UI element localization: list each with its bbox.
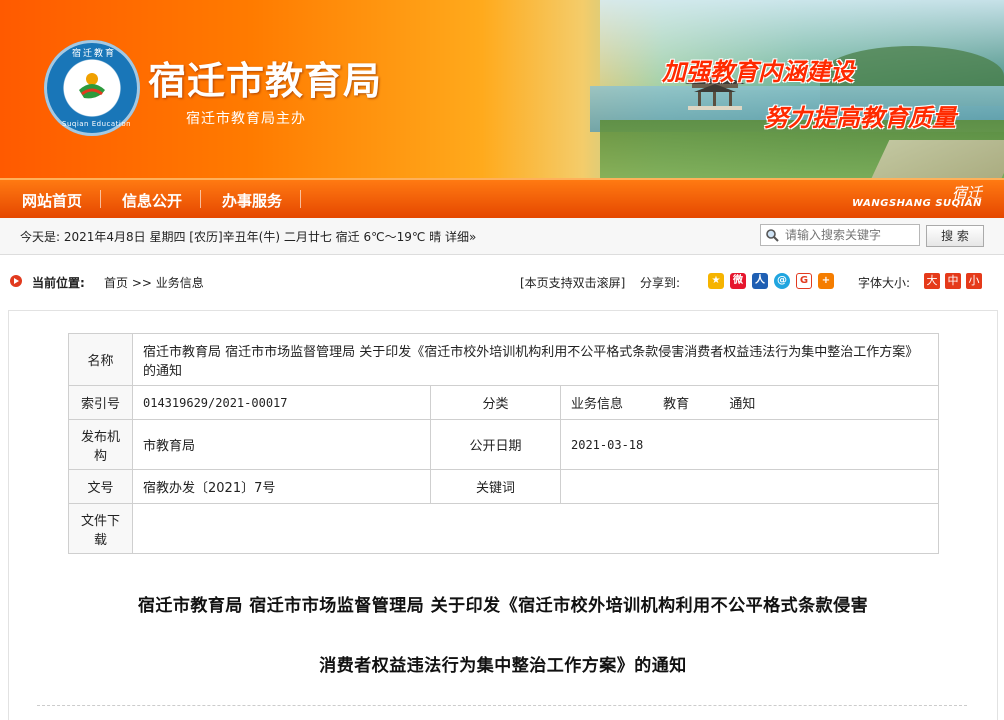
meta-label-download: 文件下载: [68, 503, 133, 554]
font-size-large-button[interactable]: 大: [924, 273, 940, 289]
brand-en: WANGSHANG SUQIAN: [851, 198, 982, 209]
meta-label-date: 公开日期: [430, 419, 561, 470]
qzone-icon[interactable]: ★: [708, 273, 724, 289]
meta-label-keyword: 关键词: [430, 469, 561, 504]
font-size-small-button[interactable]: 小: [966, 273, 982, 289]
search-input[interactable]: [783, 226, 919, 244]
meta-label-publisher: 发布机构: [68, 419, 133, 470]
banner-road: [870, 140, 1004, 180]
logo-text-bottom: Suqian Education: [62, 120, 132, 128]
meta-value-category: 业务信息 教育 通知: [560, 385, 939, 420]
meta-value-keyword: [560, 469, 939, 504]
nav-item-info-disclosure[interactable]: 信息公开: [122, 190, 182, 211]
meta-label-category: 分类: [430, 385, 561, 420]
meta-label-index: 索引号: [68, 385, 133, 420]
logo-mark-icon: [79, 73, 105, 99]
search-box: [760, 224, 920, 246]
search-icon: [766, 229, 779, 242]
info-bar: 今天是: 2021年4月8日 星期四 [农历]辛丑年(牛) 二月廿七 宿迁 6℃…: [0, 218, 1004, 255]
breadcrumb[interactable]: 首页 >> 业务信息: [104, 274, 204, 291]
document-title-line-1: 宿迁市教育局 宿迁市市场监督管理局 关于印发《宿迁市校外培训机构利用不公平格式条…: [137, 596, 869, 616]
nav-item-services[interactable]: 办事服务: [222, 190, 282, 211]
category-tag: 业务信息: [571, 397, 624, 412]
douban-icon[interactable]: G: [796, 273, 812, 289]
nav-item-home[interactable]: 网站首页: [22, 190, 82, 211]
font-size-medium-button[interactable]: 中: [945, 273, 961, 289]
meta-value-publisher: 市教育局: [132, 419, 431, 470]
nav-divider: [100, 190, 101, 208]
category-tag: 教育: [663, 397, 690, 412]
weibo-icon[interactable]: 微: [730, 273, 746, 289]
more-share-icon[interactable]: +: [818, 273, 834, 289]
date-weather-text: 今天是: 2021年4月8日 星期四 [农历]辛丑年(牛) 二月廿七 宿迁 6℃…: [20, 230, 477, 244]
location-arrow-icon: [10, 275, 22, 287]
category-tag: 通知: [729, 397, 756, 412]
slogan-2: 努力提高教育质量: [764, 104, 956, 132]
meta-value-docno: 宿教办发〔2021〕7号: [132, 469, 431, 504]
header-banner: 宿迁教育 Suqian Education 宿迁市教育局 宿迁市教育局主办 加强…: [0, 0, 1004, 180]
document-title: 宿迁市教育局 宿迁市市场监督管理局 关于印发《宿迁市校外培训机构利用不公平格式条…: [9, 591, 997, 681]
meta-label-name: 名称: [68, 333, 133, 386]
site-logo[interactable]: 宿迁教育 Suqian Education: [44, 40, 140, 136]
search-button[interactable]: 搜 索: [926, 225, 984, 247]
meta-value-date: 2021-03-18: [560, 419, 939, 470]
meta-value-index: 014319629/2021-00017: [132, 385, 431, 420]
slogan-1: 加强教育内涵建设: [662, 58, 854, 86]
site-subtitle: 宿迁市教育局主办: [186, 111, 306, 127]
meta-label-docno: 文号: [68, 469, 133, 504]
meta-value-download[interactable]: [132, 503, 939, 554]
nav-divider: [200, 190, 201, 208]
font-size-label: 字体大小:: [858, 276, 911, 290]
nav-divider: [300, 190, 301, 208]
site-title: 宿迁市教育局: [148, 59, 383, 103]
tencent-weibo-icon[interactable]: @: [774, 273, 790, 289]
dblclick-scroll-tip: [本页支持双击滚屏]: [520, 276, 626, 290]
meta-value-name: 宿迁市教育局 宿迁市市场监督管理局 关于印发《宿迁市校外培训机构利用不公平格式条…: [132, 333, 939, 386]
breadcrumb-bar: 当前位置: 首页 >> 业务信息 [本页支持双击滚屏] 分享到: ★ 微 人 @…: [0, 264, 1004, 300]
share-label: 分享到:: [640, 276, 681, 290]
main-nav: 网站首页 信息公开 办事服务 宿迁 WANGSHANG SUQIAN: [0, 178, 1004, 218]
content-divider: [37, 705, 967, 706]
renren-icon[interactable]: 人: [752, 273, 768, 289]
document-meta-table: 名称 宿迁市教育局 宿迁市市场监督管理局 关于印发《宿迁市校外培训机构利用不公平…: [68, 333, 939, 554]
article-content: 名称 宿迁市教育局 宿迁市市场监督管理局 关于印发《宿迁市校外培训机构利用不公平…: [8, 310, 998, 720]
document-title-line-2: 消费者权益违法行为集中整治工作方案》的通知: [319, 656, 687, 676]
breadcrumb-label: 当前位置:: [32, 276, 85, 290]
logo-text-top: 宿迁教育: [72, 49, 117, 59]
